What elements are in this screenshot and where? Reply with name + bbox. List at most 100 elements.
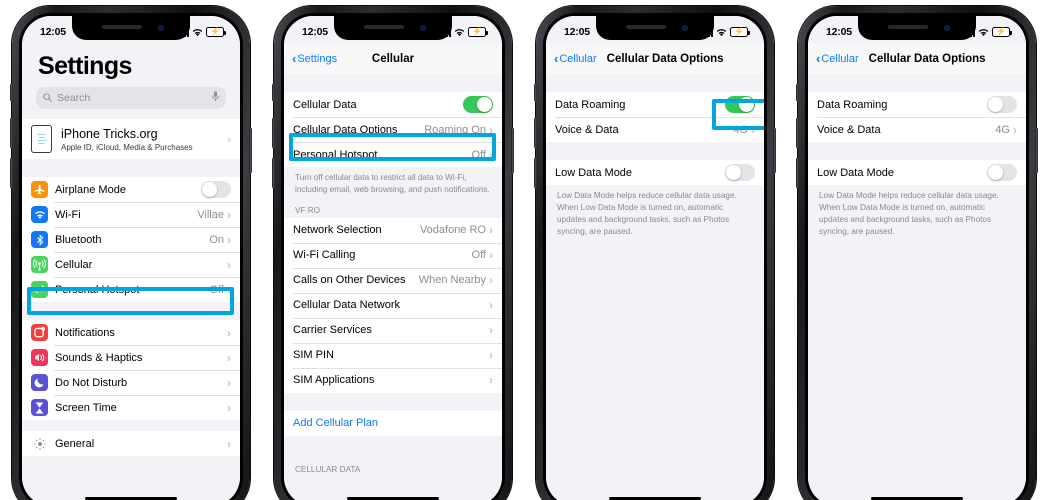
list-item-data-roaming[interactable]: Data Roaming: [546, 92, 764, 117]
chevron-right-icon: ›: [489, 273, 493, 288]
volume-down-button[interactable]: [272, 158, 275, 188]
list-item-general[interactable]: General ›: [22, 431, 240, 456]
alerts-group[interactable]: Notifications › Sounds & Haptics › Do Not Di…: [22, 320, 240, 420]
group-separator: [284, 74, 502, 92]
list-item-calls-on-other-devices[interactable]: Calls on Other Devices When Nearby ›: [284, 267, 502, 293]
list-item-bluetooth[interactable]: Bluetooth On ›: [22, 227, 240, 252]
list-item-label: Personal Hotspot: [293, 148, 378, 161]
list-item-airplane-mode[interactable]: Airplane Mode: [22, 177, 240, 202]
list-item-do-not-disturb[interactable]: Do Not Disturb ›: [22, 370, 240, 395]
chevron-right-icon: ›: [489, 348, 493, 363]
phone-bezel: 12:05 ⚡ Settings Search iPhone Tricks.or…: [19, 13, 243, 500]
toggle-data-roaming[interactable]: [725, 95, 755, 114]
roaming-group[interactable]: Data Roaming Voice & Data 4G ›: [546, 92, 764, 142]
low-data-group[interactable]: Low Data Mode: [808, 160, 1026, 185]
low-data-footnote: Low Data Mode helps reduce cellular data…: [546, 185, 764, 245]
front-camera-icon: [944, 24, 950, 31]
mute-switch[interactable]: [534, 84, 537, 101]
list-item-network-selection[interactable]: Network Selection Vodafone RO ›: [284, 217, 502, 243]
list-item-screen-time[interactable]: Screen Time ›: [22, 395, 240, 420]
list-item-value: Off: [209, 283, 224, 296]
list-item-cellular-data[interactable]: Cellular Data: [284, 92, 502, 117]
list-item-low-data-mode[interactable]: Low Data Mode: [546, 160, 764, 185]
phone-bezel: 12:05 ⚡ ‹ Settings Cellular Cellular Dat…: [281, 13, 505, 500]
volume-up-button[interactable]: [272, 118, 275, 148]
list-item-add-cellular-plan[interactable]: Add Cellular Plan: [284, 410, 502, 436]
home-indicator[interactable]: [609, 496, 701, 500]
data-options-content[interactable]: ‹ Cellular Cellular Data Options Data Ro…: [808, 44, 1026, 500]
search-container[interactable]: Search: [22, 87, 240, 119]
list-item-voice-data[interactable]: Voice & Data 4G ›: [546, 117, 764, 142]
group-separator: [808, 74, 1026, 92]
home-indicator[interactable]: [871, 496, 963, 500]
list-item-personal-hotspot[interactable]: Personal Hotspot Off ›: [22, 277, 240, 302]
account-name: iPhone Tricks.org: [61, 126, 158, 141]
list-item-cellular-data-options[interactable]: Cellular Data Options Roaming On ›: [284, 117, 502, 142]
volume-down-button[interactable]: [796, 158, 799, 188]
power-button[interactable]: [773, 128, 776, 173]
home-indicator[interactable]: [347, 496, 439, 500]
volume-up-button[interactable]: [10, 118, 13, 148]
general-group[interactable]: General ›: [22, 431, 240, 456]
add-plan-group[interactable]: Add Cellular Plan: [284, 410, 502, 436]
list-item-sim-applications[interactable]: SIM Applications ›: [284, 367, 502, 393]
power-button[interactable]: [511, 128, 514, 173]
page-title: Settings: [38, 52, 132, 80]
apple-id-row[interactable]: iPhone Tricks.org Apple ID, iCloud, Medi…: [22, 119, 240, 159]
list-item-sounds-haptics[interactable]: Sounds & Haptics ›: [22, 345, 240, 370]
toggle-data-roaming[interactable]: [987, 95, 1017, 114]
low-data-group[interactable]: Low Data Mode: [546, 160, 764, 185]
back-button[interactable]: ‹ Settings: [292, 52, 338, 65]
carrier-settings-group[interactable]: Network Selection Vodafone RO › Wi-Fi Calli…: [284, 217, 502, 393]
settings-content[interactable]: Settings Search iPhone Tricks.org Apple …: [22, 44, 240, 500]
mute-switch[interactable]: [796, 84, 799, 101]
group-separator: [808, 142, 1026, 160]
account-group[interactable]: iPhone Tricks.org Apple ID, iCloud, Medi…: [22, 119, 240, 159]
list-item-wi-fi[interactable]: Wi-Fi Villae ›: [22, 202, 240, 227]
list-item-value: Off: [471, 148, 486, 161]
chevron-right-icon: ›: [1013, 122, 1017, 137]
back-label: Settings: [297, 53, 338, 65]
mute-switch[interactable]: [10, 84, 13, 101]
toggle-low-data-mode[interactable]: [725, 163, 755, 182]
cellular-data-group[interactable]: Cellular Data Cellular Data Options Roamin…: [284, 92, 502, 167]
list-item-data-roaming[interactable]: Data Roaming: [808, 92, 1026, 117]
volume-up-button[interactable]: [796, 118, 799, 148]
back-button[interactable]: ‹ Cellular: [816, 52, 859, 65]
volume-down-button[interactable]: [10, 158, 13, 188]
toggle-low-data-mode[interactable]: [987, 163, 1017, 182]
volume-up-button[interactable]: [534, 118, 537, 148]
status-time: 12:05: [564, 26, 590, 38]
cellular-content[interactable]: ‹ Settings Cellular Cellular Data Cellula…: [284, 44, 502, 500]
list-item-label: Cellular: [55, 258, 93, 271]
back-button[interactable]: ‹ Cellular: [554, 52, 597, 65]
mute-switch[interactable]: [272, 84, 275, 101]
list-item-low-data-mode[interactable]: Low Data Mode: [808, 160, 1026, 185]
power-button[interactable]: [1035, 128, 1038, 173]
roaming-group[interactable]: Data Roaming Voice & Data 4G ›: [808, 92, 1026, 142]
toggle-cellular-data[interactable]: [463, 95, 493, 114]
group-separator: [546, 142, 764, 160]
power-button[interactable]: [249, 128, 252, 173]
notch: [858, 16, 976, 40]
connectivity-group[interactable]: Airplane Mode Wi-Fi Villae › Bluetooth On › Cel…: [22, 177, 240, 302]
phone-bezel: 12:05 ⚡ ‹ Cellular Cellular Data Options…: [805, 13, 1029, 500]
status-time: 12:05: [826, 26, 852, 38]
list-item-personal-hotspot[interactable]: Personal Hotspot Off ›: [284, 142, 502, 167]
home-indicator[interactable]: [85, 496, 177, 500]
list-item-notifications[interactable]: Notifications ›: [22, 320, 240, 345]
list-item-wi-fi-calling[interactable]: Wi-Fi Calling Off ›: [284, 242, 502, 268]
back-label: Cellular: [559, 53, 597, 65]
list-item-carrier-services[interactable]: Carrier Services ›: [284, 317, 502, 343]
search-input[interactable]: Search: [36, 87, 226, 109]
toggle-airplane-mode[interactable]: [201, 180, 231, 199]
list-item-sim-pin[interactable]: SIM PIN ›: [284, 342, 502, 368]
list-item-cellular[interactable]: Cellular ›: [22, 252, 240, 277]
notch: [72, 16, 190, 40]
list-item-voice-data[interactable]: Voice & Data 4G ›: [808, 117, 1026, 142]
data-options-content[interactable]: ‹ Cellular Cellular Data Options Data Ro…: [546, 44, 764, 500]
gear-icon: [31, 435, 48, 452]
microphone-icon[interactable]: [212, 89, 219, 107]
list-item-cellular-data-network[interactable]: Cellular Data Network ›: [284, 292, 502, 318]
volume-down-button[interactable]: [534, 158, 537, 188]
